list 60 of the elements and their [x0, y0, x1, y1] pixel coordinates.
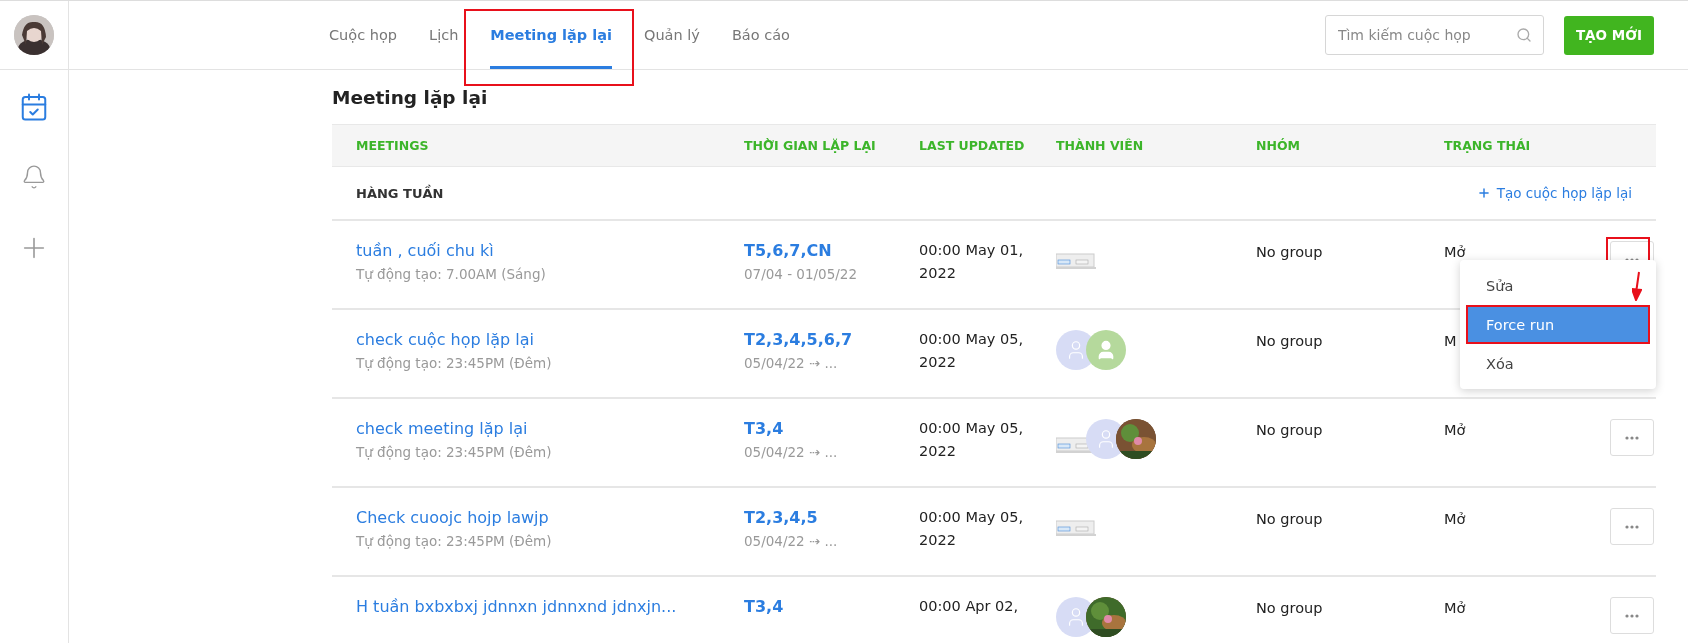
- status-text: Mở: [1444, 510, 1467, 529]
- date-range: 05/04/22 ⇢ ...: [744, 444, 839, 460]
- last-updated: 00:00 May 05, 2022: [919, 419, 1025, 461]
- repeat-days: T3,4: [744, 419, 919, 438]
- page-title: Meeting lặp lại: [332, 87, 489, 108]
- repeat-days: T5,6,7,CN: [744, 241, 919, 260]
- repeat-days: T2,3,4,5,6,7: [744, 330, 919, 349]
- column-header: THỜI GIAN LẶP LẠI: [744, 138, 877, 153]
- meeting-name[interactable]: H tuần bxbxbxj jdnnxn jdnnxnd jdnxjn...: [356, 597, 744, 616]
- column-header: MEETINGS: [356, 138, 430, 153]
- column-header: LAST UPDATED: [919, 138, 1026, 153]
- group-name: No group: [1256, 332, 1324, 351]
- column-header: THÀNH VIÊN: [1056, 138, 1145, 153]
- meeting-name[interactable]: check cuộc họp lặp lại: [356, 330, 744, 349]
- auto-create-time: Tự động tạo: 7.00AM (Sáng): [356, 266, 547, 282]
- ellipsis-icon: [1625, 435, 1639, 440]
- plus-icon: [1476, 186, 1491, 200]
- group-name: No group: [1256, 599, 1324, 618]
- more-button[interactable]: [1610, 597, 1654, 634]
- column-header: TRẠNG THÁI: [1444, 138, 1532, 153]
- meeting-name[interactable]: Check cuoojc hojp lawjp: [356, 508, 744, 527]
- ellipsis-icon: [1625, 613, 1639, 618]
- ellipsis-icon: [1625, 524, 1639, 529]
- column-header: NHÓM: [1256, 138, 1301, 153]
- repeat-days: T3,4: [744, 597, 919, 616]
- nav-tab[interactable]: Quản lý: [644, 1, 700, 69]
- search-icon: [1515, 27, 1532, 43]
- date-range: 05/04/22 ⇢ ...: [744, 355, 839, 371]
- meeting-name[interactable]: check meeting lặp lại: [356, 419, 744, 438]
- auto-create-time: Tự động tạo: 23:45PM (Đêm): [356, 444, 553, 460]
- last-updated: 00:00 Apr 02,: [919, 597, 1020, 616]
- last-updated: 00:00 May 05, 2022: [919, 330, 1025, 372]
- group-name: No group: [1256, 510, 1324, 529]
- auto-create-time: Tự động tạo: 23:45PM (Đêm): [356, 355, 553, 371]
- nav-tab[interactable]: Báo cáo: [731, 1, 790, 69]
- search-field[interactable]: Tìm kiếm cuộc họp: [1324, 15, 1544, 55]
- annotation-arrow: [1632, 271, 1642, 301]
- repeat-days: T2,3,4,5: [744, 508, 919, 527]
- group-name: No group: [1256, 421, 1324, 440]
- auto-create-time: Tự động tạo: 23:45PM (Đêm): [356, 533, 553, 549]
- nav-tab[interactable]: Meeting lặp lại: [490, 1, 612, 69]
- last-updated: 00:00 May 05, 2022: [919, 508, 1025, 550]
- status-text: Mở: [1444, 599, 1467, 618]
- group-name: No group: [1256, 243, 1324, 262]
- group-label: HÀNG TUẦN: [356, 185, 444, 201]
- nav-tab[interactable]: Cuộc họp: [329, 1, 398, 69]
- date-range: 07/04 - 01/05/22: [744, 266, 858, 282]
- status-text: Mở: [1444, 421, 1467, 440]
- add-recurring-link[interactable]: Tạo cuộc họp lặp lại: [1476, 185, 1632, 201]
- meeting-name[interactable]: tuần , cuối chu kì: [356, 241, 744, 260]
- date-range: 05/04/22 ⇢ ...: [744, 533, 839, 549]
- more-button[interactable]: [1610, 508, 1654, 545]
- calendar-check-icon[interactable]: [19, 92, 49, 122]
- status-text: M: [1444, 332, 1458, 351]
- bell-icon[interactable]: [21, 164, 47, 190]
- nav-tab[interactable]: Lịch: [429, 1, 459, 69]
- last-updated: 00:00 May 01, 2022: [919, 241, 1025, 283]
- more-button[interactable]: [1610, 419, 1654, 456]
- create-button[interactable]: TẠO MỚI: [1563, 15, 1654, 55]
- status-text: Mở: [1444, 243, 1467, 262]
